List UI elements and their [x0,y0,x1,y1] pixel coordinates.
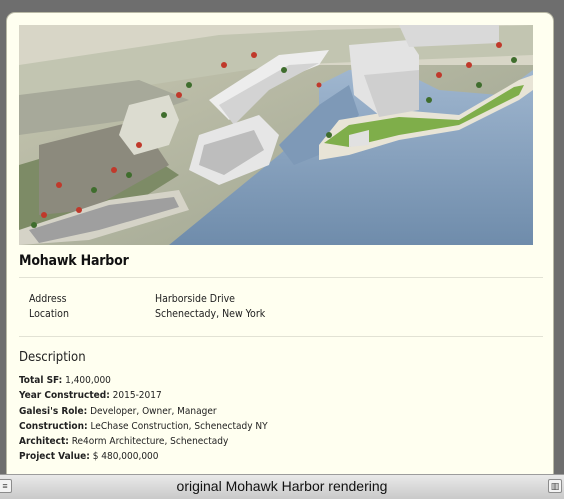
project-info-table: Address Harborside Drive Location Schene… [29,293,265,323]
image-caption-bar: ≡ original Mohawk Harbor rendering ▥ [0,474,564,499]
table-row: Location Schenectady, New York [29,308,265,323]
address-value: Harborside Drive [155,293,235,305]
project-title: Mohawk Harbor [19,253,129,269]
trash-icon[interactable]: ▥ [548,479,562,493]
description-heading: Description [19,350,86,365]
divider [19,336,543,337]
location-label: Location [29,308,69,320]
fact-galesi-role: Galesi's Role: Developer, Owner, Manager [19,405,217,417]
listing-card: Mohawk Harbor Address Harborside Drive L… [6,12,554,482]
project-facts: Total SF: 1,400,000 Year Constructed: 20… [19,373,268,465]
fact-year-constructed: Year Constructed: 2015-2017 [19,390,162,402]
table-row: Address Harborside Drive [29,293,265,308]
image-caption: original Mohawk Harbor rendering [176,478,388,494]
fact-architect: Architect: Re4orm Architecture, Schenect… [19,436,229,448]
fact-construction: Construction: LeChase Construction, Sche… [19,420,268,432]
location-value: Schenectady, New York [155,308,266,320]
project-rendering-image [19,25,533,245]
address-label: Address [29,293,67,305]
divider [19,277,543,278]
fact-project-value: Project Value: $ 480,000,000 [19,451,159,463]
fact-total-sf: Total SF: 1,400,000 [19,375,111,386]
